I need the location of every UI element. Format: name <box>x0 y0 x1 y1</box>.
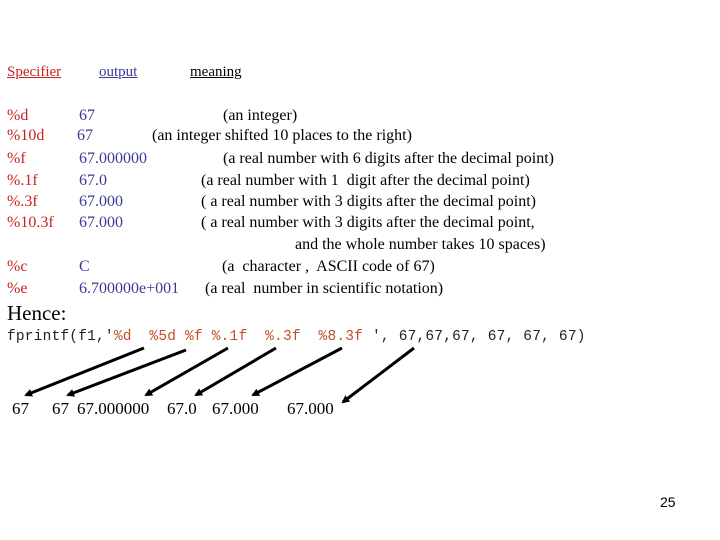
result-1f: 67.0 <box>167 399 197 418</box>
arrow-8-3f <box>341 346 415 404</box>
result-f: 67.000000 <box>77 399 150 418</box>
result-3f: 67.000 <box>212 399 259 418</box>
arrows-diagram <box>24 346 415 404</box>
result-8-3f: 67.000 <box>287 399 334 418</box>
result-d: 67 <box>12 399 29 418</box>
page-number: 25 <box>660 494 676 510</box>
arrow-f <box>144 346 229 397</box>
result-5d: 67 <box>52 399 69 418</box>
